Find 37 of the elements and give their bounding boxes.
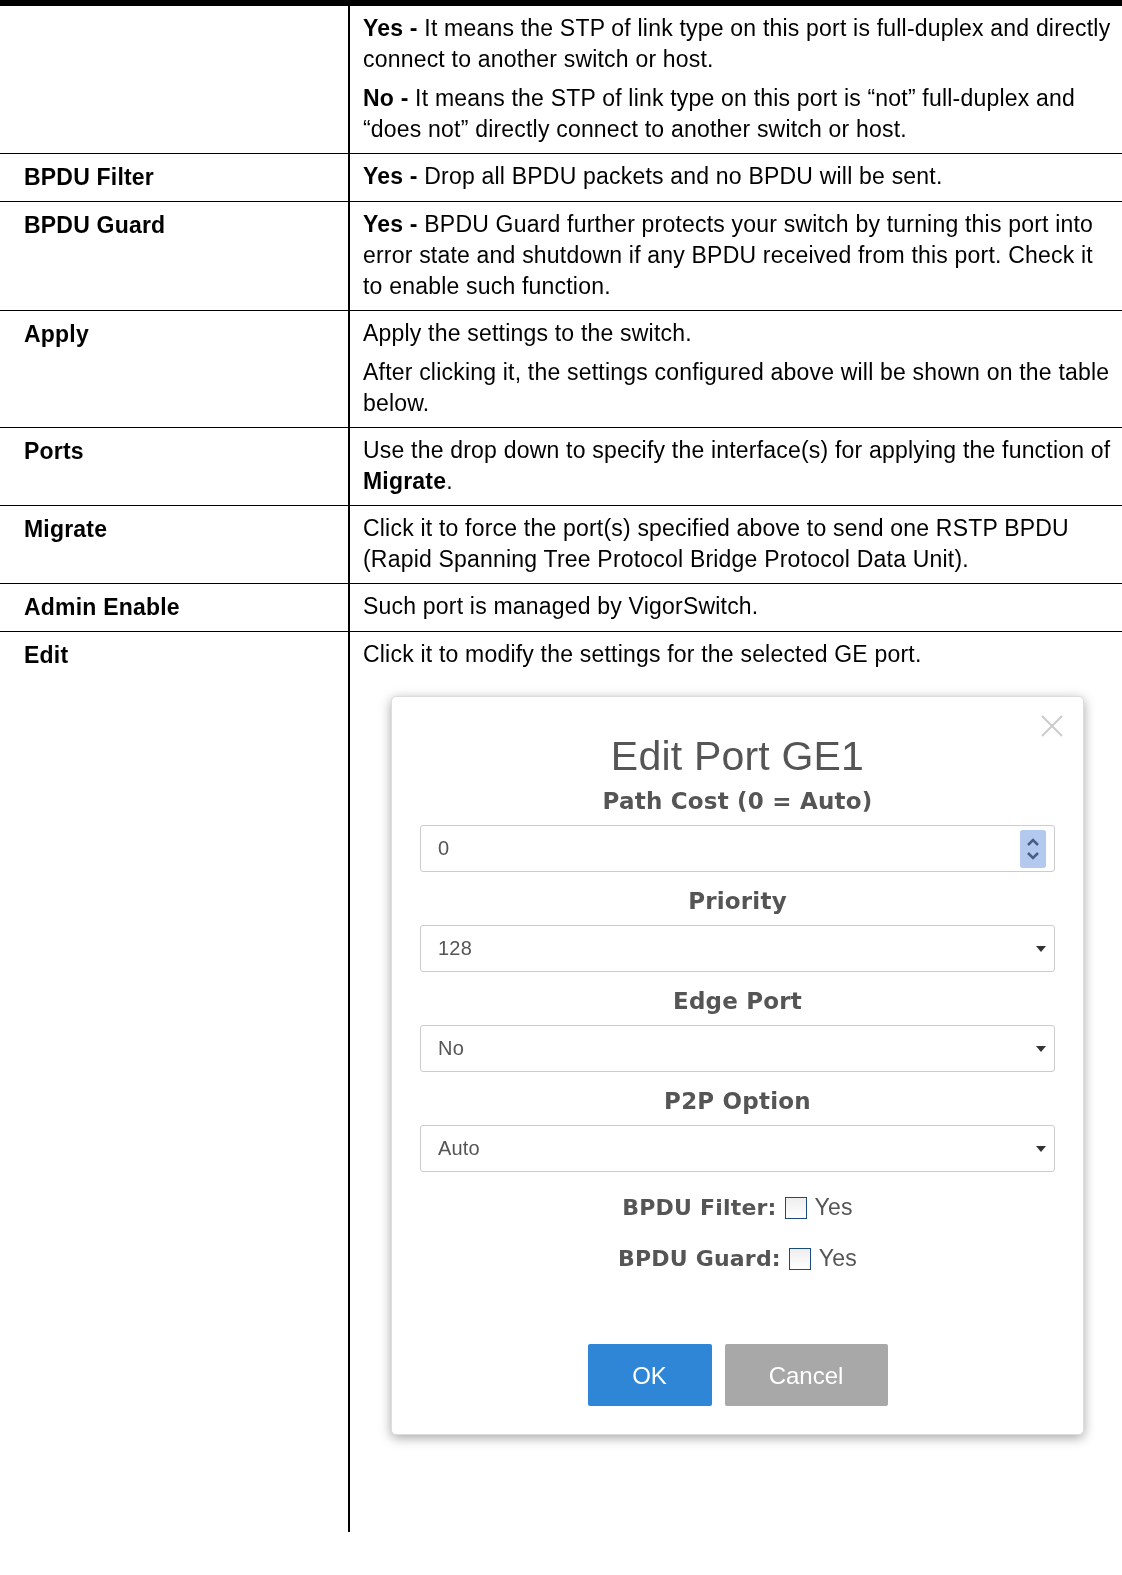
dialog-title: Edit Port GE1 bbox=[609, 741, 866, 772]
term-label: Admin Enable bbox=[24, 594, 180, 620]
description-text: Use the drop down to specify the interface(s) for applying the function of Migrate. bbox=[363, 436, 1112, 496]
checkbox[interactable] bbox=[788, 1247, 811, 1270]
description-text: No - It means the STP of link type on this port is “not” full-duplex and “does not” directly connect to another switch or host. bbox=[363, 84, 1076, 144]
description-text: After clicking it, the settings configured above will be shown on the table below. bbox=[363, 358, 1111, 418]
caret-icon bbox=[1036, 1045, 1046, 1052]
dropdown-field[interactable]: No bbox=[420, 1025, 1055, 1072]
caret-icon bbox=[1036, 1145, 1046, 1152]
term-label: Migrate bbox=[24, 516, 108, 542]
checkbox-option-label: Yes bbox=[814, 1193, 853, 1222]
field-label: Path Cost (0 = Auto) bbox=[601, 787, 874, 816]
term-label: Ports bbox=[24, 438, 84, 464]
checkbox-label: BPDU Filter: bbox=[622, 1194, 777, 1222]
description-text: Click it to modify the settings for the selected GE port. bbox=[363, 640, 923, 669]
term-label: BPDU Guard bbox=[24, 212, 166, 238]
term-label: Edit bbox=[24, 642, 69, 668]
description-text: Yes - BPDU Guard further protects your switch by turning this port into error state and shutdown if any BPDU received from this port. Check it to enable such function. bbox=[363, 210, 1095, 301]
ok-button[interactable]: OK bbox=[587, 1344, 712, 1406]
description-text: Apply the settings to the switch. bbox=[363, 319, 693, 348]
number-field[interactable]: 0 bbox=[420, 825, 1055, 872]
dropdown-field[interactable]: Auto bbox=[420, 1125, 1055, 1172]
checkbox-label: BPDU Guard: bbox=[618, 1245, 781, 1273]
checkbox[interactable] bbox=[784, 1196, 807, 1219]
description-text: Yes - Drop all BPDU packets and no BPDU will be sent. bbox=[363, 162, 944, 191]
spinner-arrows-icon[interactable] bbox=[1020, 829, 1046, 868]
dropdown-field[interactable]: 128 bbox=[420, 925, 1055, 972]
field-label: P2P Option bbox=[663, 1087, 812, 1116]
field-label: Edge Port bbox=[671, 987, 803, 1016]
description-text: Click it to force the port(s) specified above to send one RSTP BPDU (Rapid Spanning Tree Protocol Bridge Protocol Data Unit). bbox=[363, 514, 1070, 574]
caret-icon bbox=[1036, 945, 1046, 952]
description-text: Such port is managed by VigorSwitch. bbox=[363, 592, 760, 621]
field-label: Priority bbox=[687, 887, 788, 916]
checkbox-option-label: Yes bbox=[818, 1244, 857, 1273]
term-label: Apply bbox=[24, 321, 89, 347]
description-text: Yes - It means the STP of link type on this port is full-duplex and directly connect to another switch or host. bbox=[363, 14, 1112, 74]
term-label: BPDU Filter bbox=[24, 164, 154, 190]
